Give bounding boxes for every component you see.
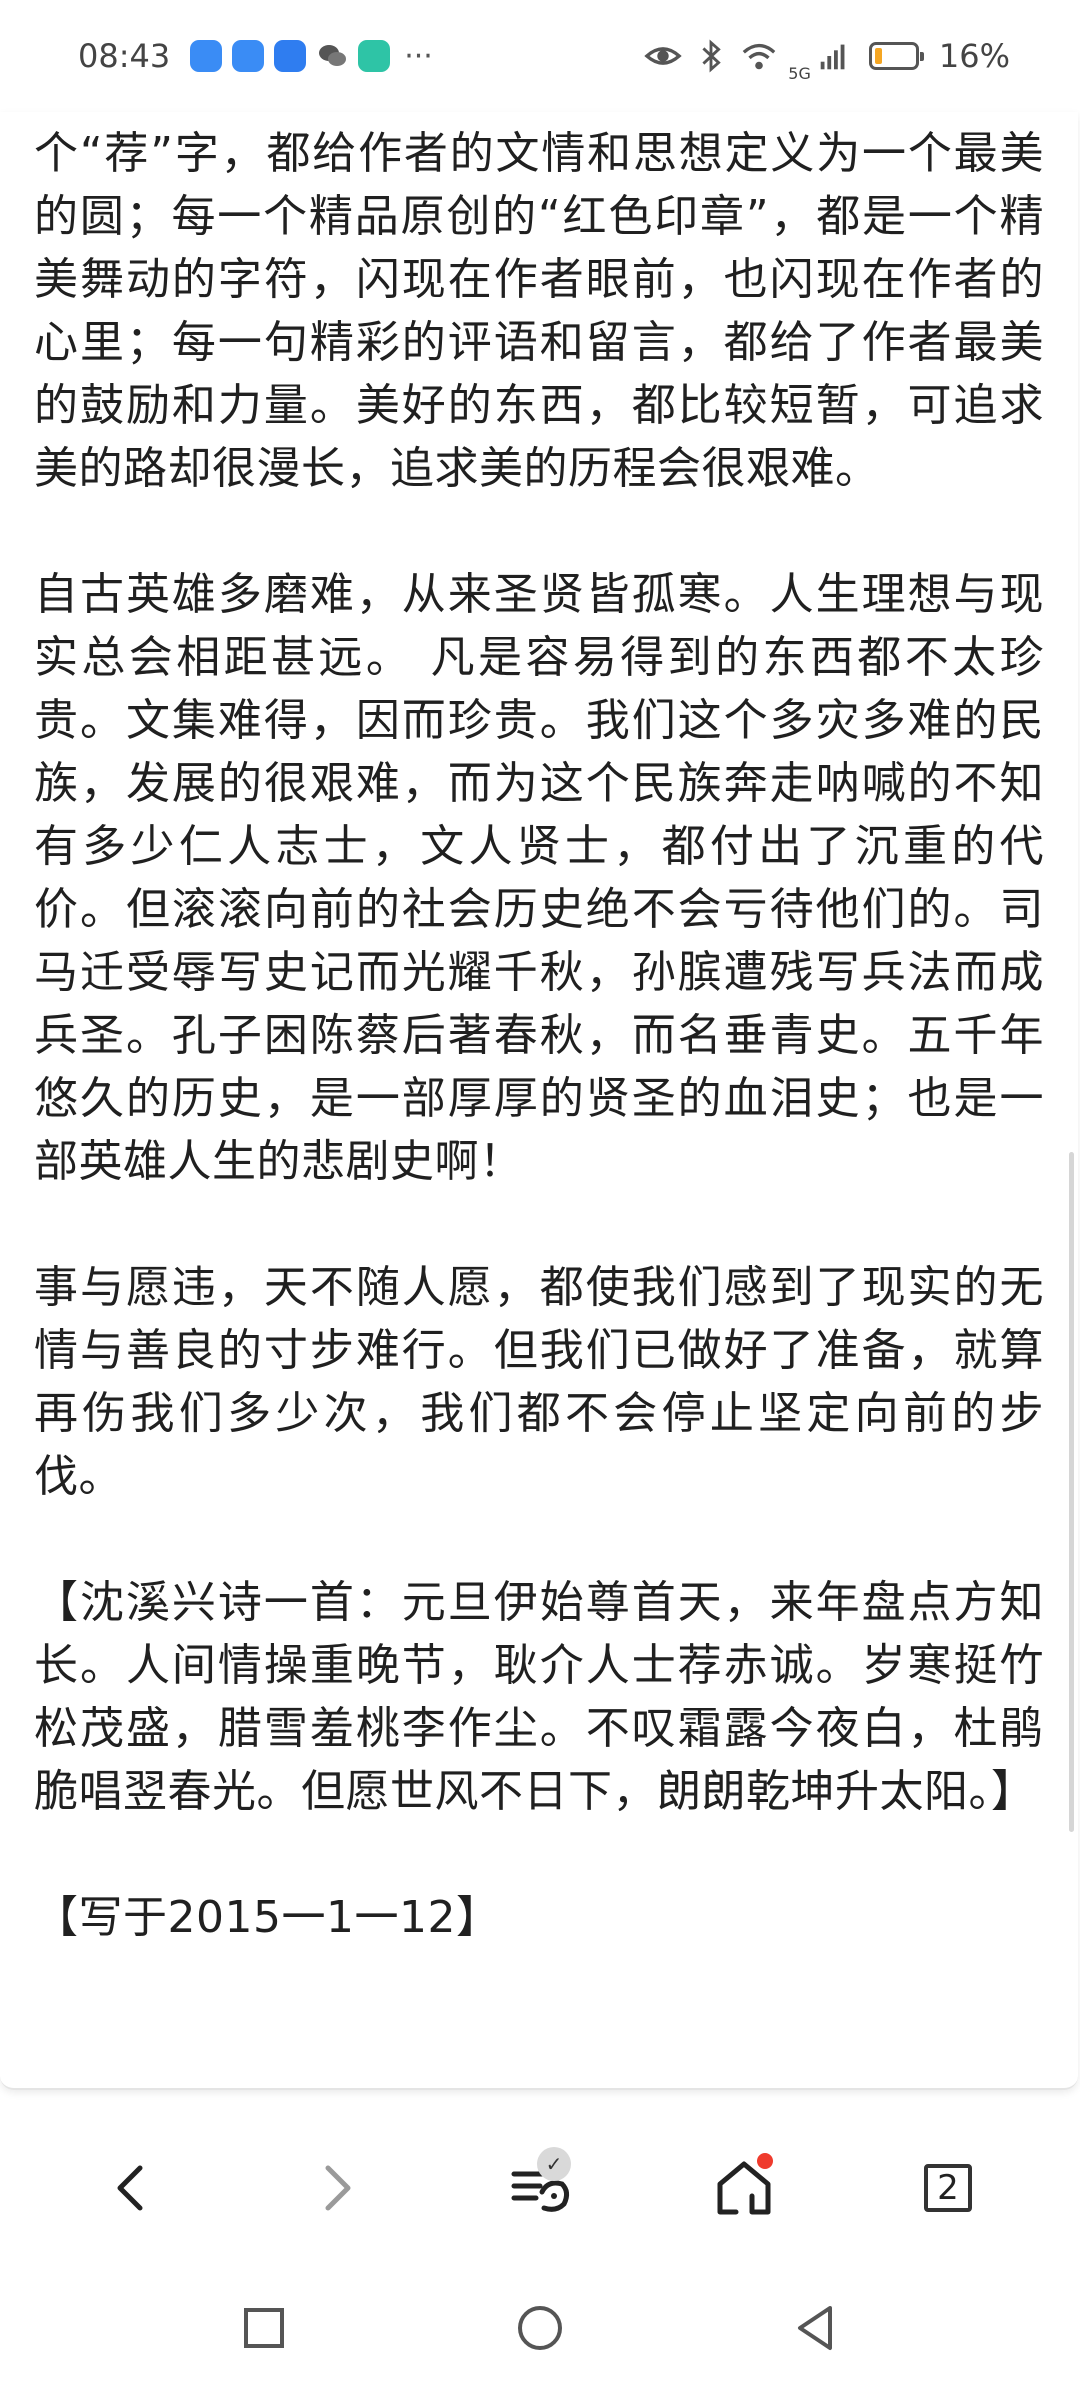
back-button[interactable] — [77, 2133, 187, 2243]
reader-icon — [358, 40, 391, 72]
wifi-icon — [743, 43, 776, 70]
battery-icon — [868, 42, 924, 70]
battery-percent: 16% — [938, 37, 1010, 75]
app-icon-2 — [232, 40, 265, 72]
app-icon-3 — [274, 40, 307, 72]
home-button[interactable] — [689, 2133, 799, 2243]
chevron-right-icon — [325, 2165, 351, 2211]
date-paragraph: 【写于2015一1一12】 — [34, 1892, 501, 1943]
status-time: 08:43 — [78, 37, 171, 75]
status-bar-right: 5G 16% — [644, 30, 1010, 83]
article-body: 个“荐”字，都给作者的文情和思想定义为一个最美的圆；每一个精品原创的“红色印章”… — [34, 122, 1044, 2012]
status-bar: 08:43 ··· 5G 16% — [0, 0, 1080, 112]
app-icon-1 — [190, 40, 223, 72]
article-paragraph: 自古英雄多磨难，从来圣贤皆孤寒。人生理想与现实总会相距甚远。 凡是容易得到的东西… — [34, 569, 1045, 1187]
tab-count-badge: 2 — [924, 2164, 972, 2212]
check-badge: ✓ — [537, 2147, 571, 2181]
tabs-button[interactable]: 2 — [893, 2133, 1003, 2243]
chevron-left-icon — [117, 2165, 143, 2211]
battery-level-fill — [874, 48, 882, 64]
system-navigation-bar — [0, 2268, 1080, 2388]
poem-paragraph: 【沈溪兴诗一首：元旦伊始尊首天，来年盘点方知长。人间情操重晚节，耿介人士荐赤诚。… — [34, 1577, 1044, 1817]
notification-dot — [757, 2153, 773, 2169]
wechat-icon — [316, 40, 348, 72]
article-paragraph: 个“荐”字，都给作者的文情和思想定义为一个最美的圆；每一个精品原创的“红色印章”… — [34, 128, 1044, 494]
browser-toolbar: ✓ 2 — [0, 2108, 1080, 2268]
forward-button[interactable] — [281, 2133, 391, 2243]
eye-icon — [644, 47, 682, 65]
network-type: 5G — [788, 63, 811, 83]
status-bar-left: 08:43 ··· — [78, 37, 433, 75]
article-paragraph: 事与愿违，天不随人愿，都使我们感到了现实的无情与善良的寸步难行。但我们已做好了准… — [34, 1262, 1044, 1502]
scrollbar-thumb[interactable] — [1069, 1152, 1074, 1832]
recents-square-icon[interactable] — [236, 2300, 292, 2356]
back-triangle-icon[interactable] — [788, 2300, 844, 2356]
bluetooth-icon — [702, 39, 722, 73]
more-notifications-icon: ··· — [404, 38, 433, 74]
reading-mode-button[interactable]: ✓ — [485, 2133, 595, 2243]
signal-icon — [820, 44, 845, 70]
home-circle-icon[interactable] — [512, 2300, 568, 2356]
article-card: 个“荐”字，都给作者的文情和思想定义为一个最美的圆；每一个精品原创的“红色印章”… — [0, 112, 1078, 2090]
